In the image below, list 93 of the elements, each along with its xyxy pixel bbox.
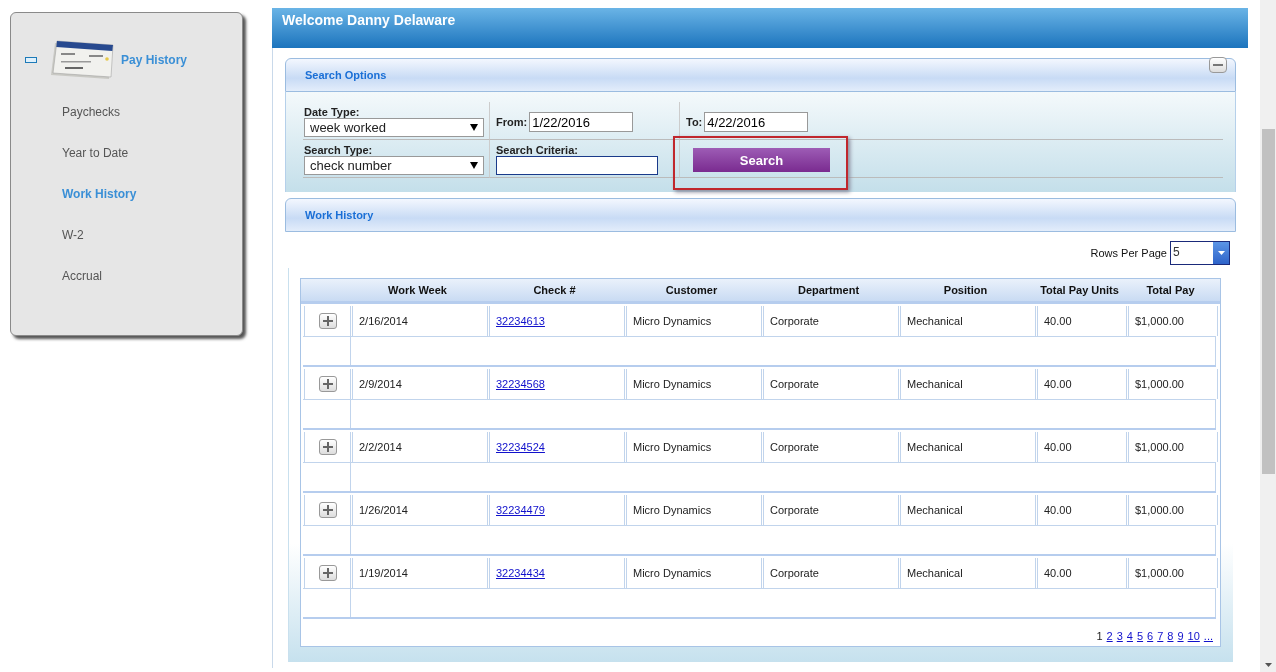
collapse-button[interactable] [1209, 57, 1227, 73]
page-link[interactable]: 8 [1167, 630, 1174, 642]
welcome-title: Welcome Danny Delaware [282, 12, 456, 28]
expand-row-button[interactable] [318, 502, 337, 518]
plus-icon [322, 505, 333, 515]
page-link[interactable]: 6 [1147, 630, 1154, 642]
table-cell: 1/19/2014 [352, 558, 488, 588]
table-cell: Corporate [763, 369, 899, 399]
expand-row-button[interactable] [318, 376, 337, 392]
table-cell: Corporate [763, 558, 899, 588]
column-header: Position [942, 283, 989, 298]
plus-icon [322, 442, 333, 452]
minus-icon [1213, 64, 1223, 66]
column-header: Check # [532, 283, 577, 298]
page-link[interactable]: 5 [1136, 630, 1144, 642]
rows-per-page-dropdown[interactable]: 5 [1170, 241, 1230, 265]
to-date-field[interactable]: 4/22/2016 [704, 112, 809, 132]
column-header: Total Pay Units [1039, 283, 1120, 298]
search-button[interactable]: Search [693, 148, 830, 172]
sidebar-item[interactable]: Year to Date [11, 133, 129, 174]
scroll-down-icon[interactable] [1264, 663, 1272, 667]
table-cell: 2/9/2014 [352, 369, 488, 399]
caret-icon [470, 124, 478, 131]
check-number-link[interactable]: 32234568 [496, 378, 545, 390]
scrollbar-thumb[interactable] [1261, 129, 1275, 474]
field-label: Search Criteria: [496, 144, 579, 156]
table-cell: $1,000.00 [1128, 306, 1218, 336]
sidebar-item[interactable]: W-2 [11, 215, 84, 256]
check-number-link[interactable]: 32234479 [496, 504, 545, 516]
page-link[interactable]: 7 [1157, 630, 1164, 642]
table-cell: Mechanical [900, 495, 1036, 525]
table-cell: 2/16/2014 [352, 306, 488, 336]
table-cell: $1,000.00 [1128, 432, 1218, 462]
table-cell: Micro Dynamics [626, 432, 762, 462]
date-type-dropdown[interactable]: week worked [304, 118, 484, 137]
rows-per-page-label: Rows Per Page [1090, 247, 1167, 259]
plus-icon [322, 379, 333, 389]
table-cell: $1,000.00 [1128, 558, 1218, 588]
table-cell: Micro Dynamics [626, 495, 762, 525]
table-cell: 40.00 [1037, 369, 1127, 399]
page-link[interactable]: 2 [1106, 630, 1113, 642]
plus-icon [322, 316, 333, 326]
field-label: Date Type: [304, 106, 361, 118]
search-criteria-field[interactable] [496, 156, 658, 175]
table-cell: Micro Dynamics [626, 369, 762, 399]
table-cell: Corporate [763, 306, 899, 336]
page-link[interactable]: 9 [1177, 630, 1184, 642]
table-cell: Mechanical [900, 558, 1036, 588]
table-cell: Mechanical [900, 432, 1036, 462]
table-cell: Micro Dynamics [626, 558, 762, 588]
table-cell: Corporate [763, 432, 899, 462]
page-link[interactable]: 10 [1187, 630, 1200, 642]
field-label: From: [496, 116, 528, 128]
expand-row-button[interactable] [318, 439, 337, 455]
current-page: 1 [1096, 630, 1103, 642]
page-link[interactable]: 3 [1116, 630, 1123, 642]
table-cell: Mechanical [900, 306, 1036, 336]
plus-icon [322, 568, 333, 578]
table-cell: Corporate [763, 495, 899, 525]
check-drawing [49, 39, 115, 81]
column-header: Work Week [387, 283, 448, 298]
table-cell: 40.00 [1037, 306, 1127, 336]
panel-title: Search Options [305, 69, 387, 81]
field-label: To: [686, 116, 703, 128]
check-number-link[interactable]: 32234613 [496, 315, 545, 327]
expand-row-button[interactable] [318, 565, 337, 581]
table-cell: 40.00 [1037, 495, 1127, 525]
table-cell: $1,000.00 [1128, 495, 1218, 525]
table-cell: 1/26/2014 [352, 495, 488, 525]
check-number-link[interactable]: 32234434 [496, 567, 545, 579]
expand-row-button[interactable] [318, 313, 337, 329]
table-cell: $1,000.00 [1128, 369, 1218, 399]
column-header: Total Pay [1145, 283, 1196, 298]
table-cell: Micro Dynamics [626, 306, 762, 336]
caret-icon [470, 162, 478, 169]
sidebar-item[interactable]: Accrual [11, 256, 102, 297]
search-type-dropdown[interactable]: check number [304, 156, 484, 175]
collapse-icon[interactable] [25, 55, 37, 65]
column-header: Customer [664, 283, 719, 298]
table-cell: Mechanical [900, 369, 1036, 399]
sidebar-item[interactable]: Paychecks [11, 92, 121, 133]
table-cell: 40.00 [1037, 432, 1127, 462]
caret-icon [1217, 251, 1225, 255]
column-header: Department [796, 283, 861, 298]
field-label: Search Type: [304, 144, 374, 156]
panel-title: Work History [305, 209, 374, 221]
page-link[interactable]: 4 [1126, 630, 1133, 642]
page-link[interactable]: ... [1203, 630, 1213, 642]
scrollbar[interactable] [1260, 0, 1276, 672]
check-number-link[interactable]: 32234524 [496, 441, 545, 453]
table-cell: 40.00 [1037, 558, 1127, 588]
table-cell: 2/2/2014 [352, 432, 488, 462]
from-date-field[interactable]: 1/22/2016 [529, 112, 634, 132]
